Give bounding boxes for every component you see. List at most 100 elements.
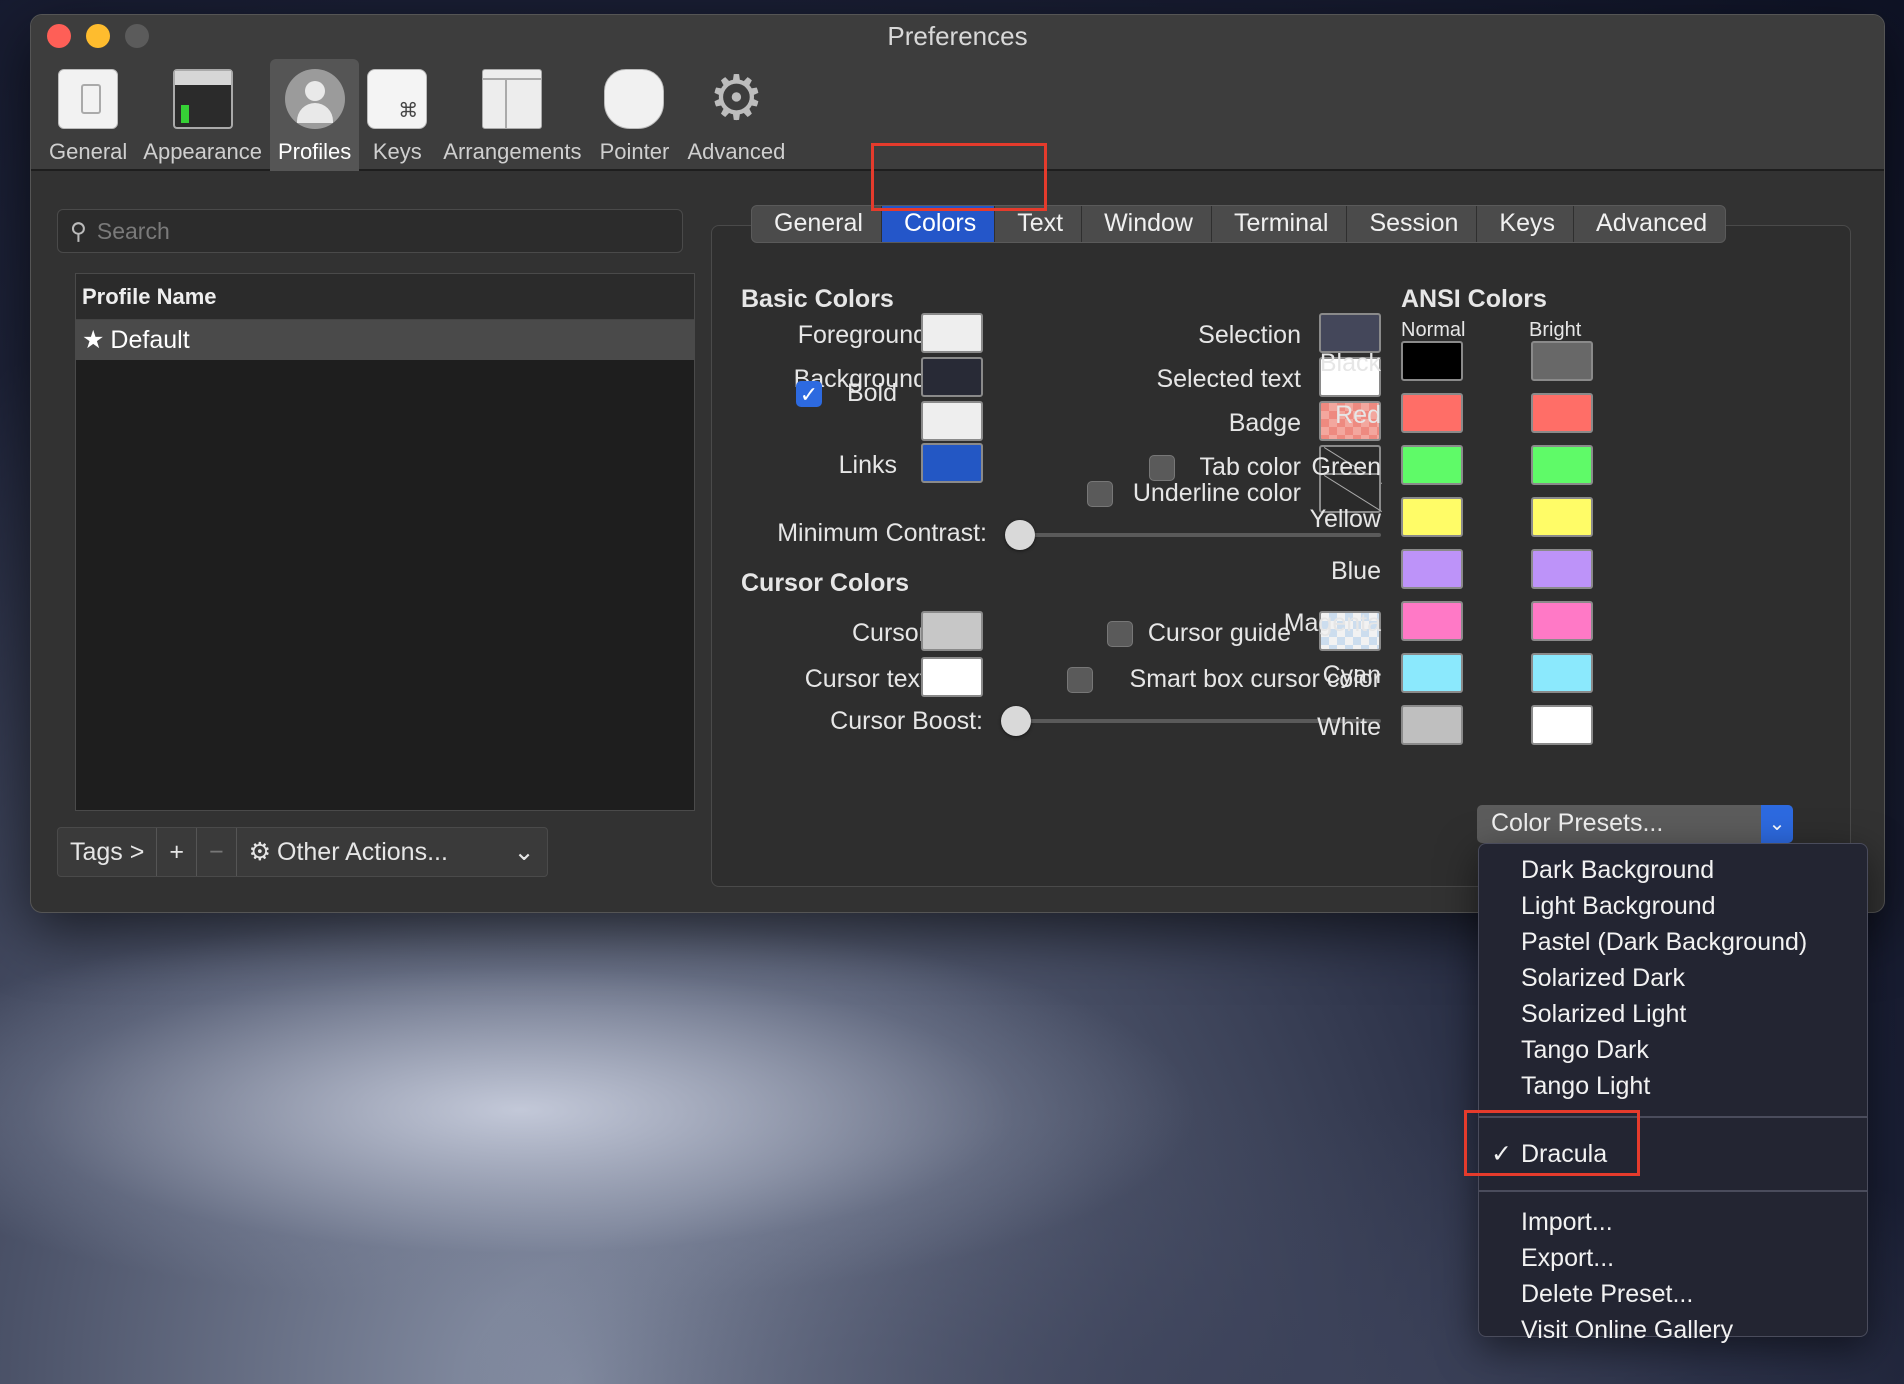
- toolbar-label: Pointer: [599, 139, 670, 164]
- ansi-magenta-normal-swatch[interactable]: [1401, 601, 1463, 641]
- menu-item-light-background[interactable]: Light Background: [1479, 888, 1867, 924]
- ansi-blue-normal-swatch[interactable]: [1401, 549, 1463, 589]
- menu-item-tango-light[interactable]: Tango Light: [1479, 1068, 1867, 1104]
- menu-item-tango-dark[interactable]: Tango Dark: [1479, 1032, 1867, 1068]
- tab-window[interactable]: Window: [1082, 206, 1212, 242]
- other-actions-dropdown[interactable]: ⚙ Other Actions... ⌄: [237, 828, 547, 876]
- ansi-yellow-normal-swatch[interactable]: [1401, 497, 1463, 537]
- profile-list: Profile Name ★ Default: [75, 273, 695, 811]
- ansi-yellow-bright-swatch[interactable]: [1531, 497, 1593, 537]
- menu-item-solarized-light[interactable]: Solarized Light: [1479, 996, 1867, 1032]
- toolbar-arrangements[interactable]: Arrangements: [435, 59, 589, 171]
- profiles-content: ⚲ Search Profile Name ★ Default Tags > +…: [31, 143, 1884, 912]
- tab-color-checkbox[interactable]: [1149, 455, 1175, 481]
- menu-item-delete-preset[interactable]: Delete Preset...: [1479, 1276, 1867, 1312]
- foreground-swatch[interactable]: [921, 313, 983, 353]
- menu-item-import[interactable]: Import...: [1479, 1204, 1867, 1240]
- ansi-green-label: Green: [1311, 453, 1381, 481]
- tab-colors[interactable]: Colors: [881, 206, 996, 242]
- menu-item-visit-gallery[interactable]: Visit Online Gallery: [1479, 1312, 1867, 1348]
- ansi-cyan-bright-swatch[interactable]: [1531, 653, 1593, 693]
- ansi-magenta-bright-swatch[interactable]: [1531, 601, 1593, 641]
- cursor-text-label: Cursor text: [804, 665, 927, 693]
- ansi-cyan-normal-swatch[interactable]: [1401, 653, 1463, 693]
- toolbar-profiles[interactable]: Profiles: [269, 59, 360, 171]
- selection-swatch[interactable]: [1319, 313, 1381, 353]
- chevron-down-icon: ⌄: [1761, 805, 1793, 843]
- ansi-white-bright-swatch[interactable]: [1531, 705, 1593, 745]
- dracula-highlight: [1464, 1110, 1640, 1176]
- cursor-boost-label: Cursor Boost:: [830, 707, 983, 735]
- links-label: Links: [838, 451, 897, 479]
- ansi-blue-bright-swatch[interactable]: [1531, 549, 1593, 589]
- toolbar-advanced[interactable]: ⚙ Advanced: [679, 59, 793, 171]
- cursor-boost-slider[interactable]: [1001, 706, 1031, 736]
- minimum-contrast-label: Minimum Contrast:: [777, 519, 987, 547]
- window-title: Preferences: [887, 21, 1028, 51]
- other-actions-label: Other Actions...: [277, 837, 448, 866]
- menu-item-solarized-dark[interactable]: Solarized Dark: [1479, 960, 1867, 996]
- profile-actions-bar: Tags > + − ⚙ Other Actions... ⌄: [57, 827, 548, 877]
- underline-color-checkbox[interactable]: [1087, 481, 1113, 507]
- color-presets-menu: Dark Background Light Background Pastel …: [1478, 843, 1868, 1344]
- search-icon: ⚲: [70, 217, 87, 244]
- add-profile-button[interactable]: +: [157, 828, 197, 876]
- ansi-green-bright-swatch[interactable]: [1531, 445, 1593, 485]
- toolbar-appearance[interactable]: Appearance: [135, 59, 270, 171]
- toolbar-label: Appearance: [143, 139, 262, 164]
- ansi-yellow-label: Yellow: [1309, 505, 1381, 533]
- ansi-black-bright-swatch[interactable]: [1531, 341, 1593, 381]
- menu-item-pastel[interactable]: Pastel (Dark Background): [1479, 924, 1867, 960]
- star-icon: ★: [82, 326, 105, 354]
- links-swatch[interactable]: [921, 443, 983, 483]
- tab-keys[interactable]: Keys: [1477, 206, 1575, 242]
- ansi-white-normal-swatch[interactable]: [1401, 705, 1463, 745]
- chevron-down-icon: ⌄: [513, 838, 535, 866]
- arrangements-icon: [482, 69, 543, 129]
- gear-icon: ⚙: [708, 64, 765, 133]
- toolbar-pointer[interactable]: Pointer: [589, 59, 679, 171]
- remove-profile-button[interactable]: −: [197, 828, 237, 876]
- smart-box-cursor-checkbox[interactable]: [1067, 667, 1093, 693]
- toolbar-keys[interactable]: ⌘ Keys: [359, 59, 435, 171]
- menu-item-dark-background[interactable]: Dark Background: [1479, 852, 1867, 888]
- toolbar-general[interactable]: General: [41, 59, 135, 171]
- profiles-icon: [284, 69, 345, 129]
- bold-label: Bold: [846, 379, 897, 407]
- toolbar-label: Advanced: [687, 139, 786, 164]
- ansi-blue-label: Blue: [1330, 557, 1381, 585]
- ansi-bright-header: Bright: [1529, 319, 1582, 341]
- cursor-swatch[interactable]: [921, 611, 983, 651]
- basic-colors-title: Basic Colors: [741, 285, 894, 313]
- ansi-green-normal-swatch[interactable]: [1401, 445, 1463, 485]
- toolbar-label: Arrangements: [443, 139, 582, 164]
- tab-terminal[interactable]: Terminal: [1212, 206, 1348, 242]
- color-presets-dropdown[interactable]: Color Presets... ⌄: [1477, 805, 1793, 843]
- tab-general[interactable]: General: [752, 206, 882, 242]
- cursor-guide-checkbox[interactable]: [1107, 621, 1133, 647]
- bold-checkbox[interactable]: ✓: [796, 381, 822, 407]
- profile-name-column-header[interactable]: Profile Name: [76, 274, 694, 320]
- tags-button[interactable]: Tags >: [58, 828, 158, 876]
- search-input[interactable]: ⚲ Search: [57, 209, 683, 253]
- background-swatch[interactable]: [921, 357, 983, 397]
- preferences-window: Preferences General Appearance Profiles …: [30, 14, 1885, 913]
- tab-session[interactable]: Session: [1347, 206, 1478, 242]
- cursor-label: Cursor: [851, 619, 927, 647]
- ansi-red-bright-swatch[interactable]: [1531, 393, 1593, 433]
- gear-icon: ⚙: [248, 838, 271, 866]
- tab-text[interactable]: Text: [995, 206, 1083, 242]
- menu-item-export[interactable]: Export...: [1479, 1240, 1867, 1276]
- search-placeholder: Search: [96, 217, 170, 244]
- ansi-colors-title: ANSI Colors: [1401, 285, 1547, 313]
- bold-swatch[interactable]: [921, 401, 983, 441]
- ansi-red-label: Red: [1335, 401, 1381, 429]
- cursor-text-swatch[interactable]: [921, 657, 983, 697]
- general-icon: [58, 69, 119, 129]
- profile-row-default[interactable]: ★ Default: [76, 320, 694, 360]
- minimum-contrast-slider[interactable]: [1005, 520, 1035, 550]
- ansi-black-normal-swatch[interactable]: [1401, 341, 1463, 381]
- tab-advanced[interactable]: Advanced: [1574, 206, 1725, 242]
- ansi-red-normal-swatch[interactable]: [1401, 393, 1463, 433]
- appearance-icon: [172, 69, 233, 129]
